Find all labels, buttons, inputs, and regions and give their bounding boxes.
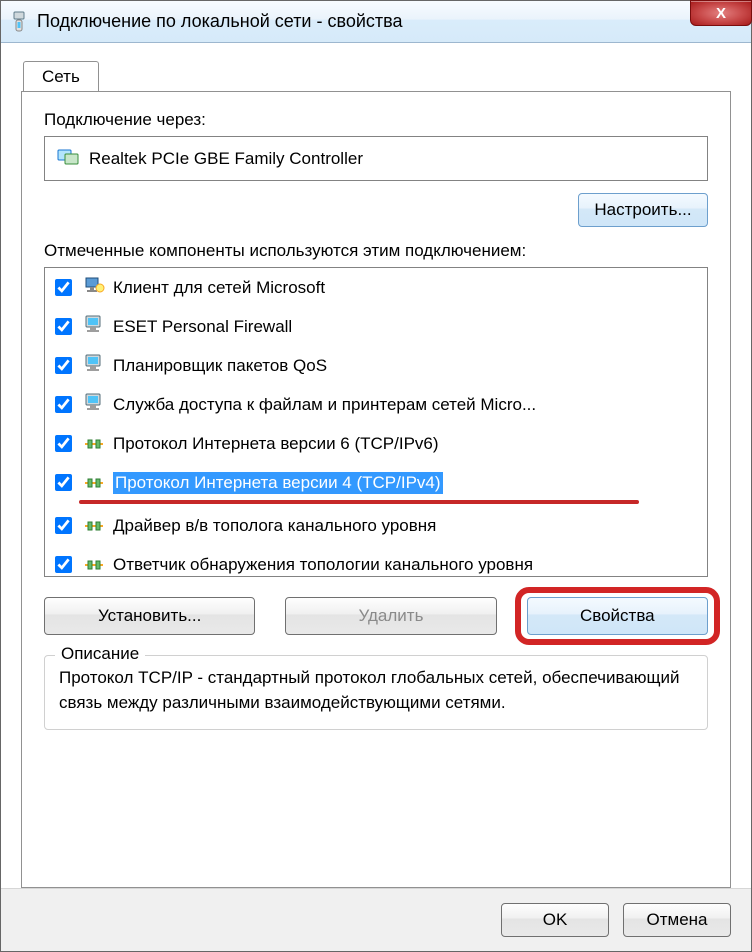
component-label: Клиент для сетей Microsoft [113,278,325,298]
net-icon [83,430,105,457]
component-checkbox[interactable] [55,318,72,335]
description-group: Описание Протокол TCP/IP - стандартный п… [44,655,708,730]
nic-icon [57,147,79,170]
pc-icon [83,391,105,418]
component-checkbox[interactable] [55,556,72,573]
list-item[interactable]: ESET Personal Firewall [45,307,707,346]
list-item[interactable]: Протокол Интернета версии 6 (TCP/IPv6) [45,424,707,463]
component-checkbox[interactable] [55,517,72,534]
component-checkbox[interactable] [55,357,72,374]
close-icon: X [716,5,726,22]
component-label: Драйвер в/в тополога канального уровня [113,516,436,536]
net-icon [83,512,105,539]
ok-button[interactable]: OK [501,903,609,937]
list-item[interactable]: Драйвер в/в тополога канального уровня [45,506,707,545]
pc-icon [83,352,105,379]
component-label: Планировщик пакетов QoS [113,356,327,376]
dialog-body: Сеть Подключение через: Realtek PCIe GBE… [1,43,751,888]
description-text: Протокол TCP/IP - стандартный протокол г… [59,666,693,715]
component-checkbox[interactable] [55,396,72,413]
component-list[interactable]: Клиент для сетей Microsoft ESET Personal … [44,267,708,577]
component-checkbox[interactable] [55,435,72,452]
tab-panel-network: Подключение через: Realtek PCIe GBE Fami… [21,91,731,888]
list-item[interactable]: Планировщик пакетов QoS [45,346,707,385]
component-label: Протокол Интернета версии 6 (TCP/IPv6) [113,434,439,454]
component-label: Протокол Интернета версии 4 (TCP/IPv4) [113,472,443,494]
adapter-name: Realtek PCIe GBE Family Controller [89,149,363,169]
window-title: Подключение по локальной сети - свойства [37,11,745,32]
list-item[interactable]: Клиент для сетей Microsoft [45,268,707,307]
description-title: Описание [55,644,145,664]
dialog-buttons: OK Отмена [1,888,751,951]
client-icon [83,274,105,301]
titlebar: Подключение по локальной сети - свойства… [1,1,751,43]
component-label: Ответчик обнаружения топологии канальног… [113,555,533,575]
list-item[interactable]: Служба доступа к файлам и принтерам сете… [45,385,707,424]
tab-strip: Сеть [21,61,731,92]
tab-network[interactable]: Сеть [23,61,99,92]
install-button[interactable]: Установить... [44,597,255,635]
properties-dialog: Подключение по локальной сети - свойства… [0,0,752,952]
list-item[interactable]: Протокол Интернета версии 4 (TCP/IPv4) [45,463,707,502]
uninstall-button[interactable]: Удалить [285,597,496,635]
properties-button[interactable]: Свойства [527,597,708,635]
component-actions: Установить... Удалить Свойства [44,597,708,635]
configure-button[interactable]: Настроить... [578,193,708,227]
connection-icon [11,11,27,33]
annotation-underline [79,500,639,504]
adapter-box[interactable]: Realtek PCIe GBE Family Controller [44,136,708,181]
component-checkbox[interactable] [55,279,72,296]
net-icon [83,551,105,577]
net-icon [83,469,105,496]
list-item[interactable]: Ответчик обнаружения топологии канальног… [45,545,707,577]
cancel-button[interactable]: Отмена [623,903,731,937]
component-label: Служба доступа к файлам и принтерам сете… [113,395,536,415]
connect-using-label: Подключение через: [44,110,708,130]
components-label: Отмеченные компоненты используются этим … [44,241,708,261]
close-button[interactable]: X [690,0,752,26]
pc-icon [83,313,105,340]
component-checkbox[interactable] [55,474,72,491]
component-label: ESET Personal Firewall [113,317,292,337]
